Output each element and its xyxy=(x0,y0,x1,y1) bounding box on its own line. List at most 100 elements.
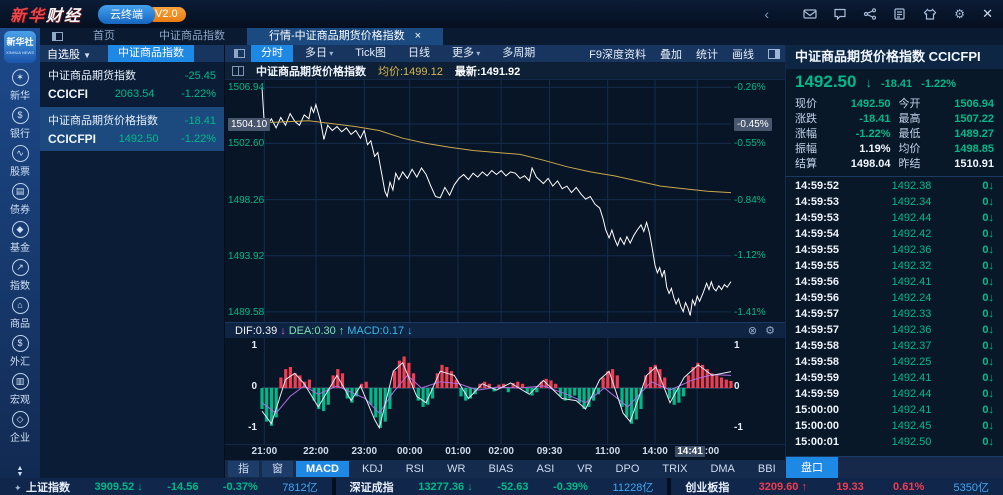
period-tab-日线[interactable]: 日线 xyxy=(398,45,440,62)
stat-label: 昨结 xyxy=(899,157,928,172)
gear-icon[interactable]: ⚙ xyxy=(952,8,967,21)
toolbar-action-F9深度资料[interactable]: F9深度资料 xyxy=(589,46,646,62)
indicator-tab-指标管理[interactable]: 指标管理 xyxy=(228,461,259,477)
sidebar-item-企业[interactable]: ◇企业 xyxy=(10,411,30,444)
close-window-icon[interactable]: ✕ xyxy=(982,6,993,22)
tick-time: 14:59:52 xyxy=(795,178,855,194)
tab-close-icon[interactable]: × xyxy=(415,30,421,42)
xinhua-app-icon[interactable]: 新华社 XINHUA NEWS xyxy=(4,31,36,63)
quote-panel: 中证商品期货价格指数 CCICFPI 1492.50 ↓ -18.41 -1.2… xyxy=(785,45,1003,478)
tab-首页[interactable]: 首页 xyxy=(71,28,137,45)
scroll-down-icon[interactable]: ▼ xyxy=(0,472,40,478)
dif-arrow-icon: ↓ xyxy=(280,325,286,337)
indicator-tab-RSI[interactable]: RSI xyxy=(396,461,434,477)
toolbar-action-画线[interactable]: 画线 xyxy=(732,46,754,62)
time-tick: 11:00 xyxy=(595,446,620,457)
sidebar-item-股票[interactable]: ∿股票 xyxy=(10,145,30,178)
tick-time: 14:59:54 xyxy=(795,226,855,242)
tick-volume: 0↓ xyxy=(968,370,994,386)
sidebar-item-新华[interactable]: ✶新华 xyxy=(10,69,30,102)
watch-name: 中证商品期货价格指数 xyxy=(48,112,158,130)
panel-toggle-left-icon[interactable] xyxy=(234,49,245,58)
status-index-深证成指[interactable]: 深证成指13277.36 ↓-52.63-0.39%11228亿 xyxy=(336,478,668,495)
macd-chart[interactable]: 1 0 -1 1 0 -1 xyxy=(225,338,785,444)
sidebar-item-基金[interactable]: ◆基金 xyxy=(10,221,30,254)
indicator-tab-WR[interactable]: WR xyxy=(437,461,475,477)
y-axis-price-label: 1506.94 xyxy=(228,81,264,94)
period-tab-多周期[interactable]: 多周期 xyxy=(492,45,545,62)
period-tab-Tick图[interactable]: Tick图 xyxy=(345,45,396,62)
close-indicator-icon[interactable]: ⊗ xyxy=(748,324,757,337)
sidebar-item-label: 股票 xyxy=(10,163,30,178)
tick-list[interactable]: 14:59:521492.380↓14:59:531492.340↓14:59:… xyxy=(786,178,1003,456)
indicator-tab-DPO[interactable]: DPO xyxy=(606,461,650,477)
indicator-settings-icon[interactable]: ⚙ xyxy=(765,324,775,337)
toolbar-action-统计[interactable]: 统计 xyxy=(696,46,718,62)
watchlist-row-CCICFI[interactable]: 中证商品期货指数-25.45CCICFI2063.54-1.22% xyxy=(40,62,224,107)
tab-中证商品指数[interactable]: 中证商品指数 xyxy=(137,28,247,45)
sidebar-item-银行[interactable]: $银行 xyxy=(10,107,30,140)
sidebar-item-外汇[interactable]: $外汇 xyxy=(10,335,30,368)
share-icon[interactable] xyxy=(862,8,877,21)
sidebar-item-指数[interactable]: ↗指数 xyxy=(10,259,30,292)
chevron-down-icon: ▾ xyxy=(474,49,480,58)
indicator-tab-DMA[interactable]: DMA xyxy=(700,461,744,477)
sidebar-scroll-arrows[interactable]: ▲ ▼ xyxy=(0,466,40,478)
watchlist-row-CCICFPI[interactable]: 中证商品期货价格指数-18.41CCICFPI1492.50-1.22% xyxy=(40,107,224,152)
tick-price: 1492.44 xyxy=(855,210,968,226)
period-tab-更多[interactable]: 更多 ▾ xyxy=(442,45,490,62)
period-tab-分时[interactable]: 分时 xyxy=(251,45,293,62)
indicator-tab-ASI[interactable]: ASI xyxy=(527,461,565,477)
y-axis-price-label: 1502.60 xyxy=(228,137,264,150)
collapse-arrow-icon[interactable]: ‹ xyxy=(764,6,769,22)
stat-value: 1492.50 xyxy=(824,97,890,112)
stat-value: 1489.27 xyxy=(928,127,994,142)
sidebar-item-宏观[interactable]: ▥宏观 xyxy=(10,373,30,406)
sidebar-item-label: 宏观 xyxy=(10,391,30,406)
chat-icon[interactable] xyxy=(832,8,847,21)
indicator-tab-MACD[interactable]: MACD xyxy=(296,461,349,477)
tab-行情-中证商品期货价格指数[interactable]: 行情-中证商品期货价格指数× xyxy=(247,28,443,45)
tick-row: 14:59:591492.410↓ xyxy=(795,370,994,386)
toolbar-action-叠加[interactable]: 叠加 xyxy=(660,46,682,62)
time-tick: 22:00 xyxy=(303,446,329,457)
status-index-创业板指[interactable]: 创业板指3209.60 ↑19.330.61%5350亿 xyxy=(671,478,1003,495)
tick-price: 1492.34 xyxy=(855,194,968,210)
y-axis-price-label: 1489.58 xyxy=(228,306,264,319)
index-volume: 5350亿 xyxy=(954,479,989,495)
indicator-tab-BBI[interactable]: BBI xyxy=(748,461,786,477)
sidebar-item-商品[interactable]: ⌂商品 xyxy=(10,297,30,330)
index-volume: 7812亿 xyxy=(282,479,317,495)
shirt-icon[interactable] xyxy=(922,8,937,21)
sidebar-item-债券[interactable]: ▤债券 xyxy=(10,183,30,216)
panel-toggle-right-icon[interactable] xyxy=(768,49,780,59)
indicator-tab-VR[interactable]: VR xyxy=(567,461,602,477)
indicator-tab-KDJ[interactable]: KDJ xyxy=(352,461,393,477)
price-chart[interactable]: 1506.941504.101502.601498.261493.921489.… xyxy=(225,80,785,322)
dif-value: DIF:0.39 xyxy=(235,325,277,337)
watchlist-dropdown[interactable]: 自选股 ▼ xyxy=(40,46,98,62)
tick-row: 14:59:531492.440↓ xyxy=(795,210,994,226)
tick-price: 1492.37 xyxy=(855,338,968,354)
tick-volume: 0↓ xyxy=(968,354,994,370)
chart-instrument-name: 中证商品期货价格指数 xyxy=(256,63,366,79)
tick-price: 1492.44 xyxy=(855,386,968,402)
status-index-上证指数[interactable]: ✦ 上证指数3909.52 ↓-14.56-0.37%7812亿 xyxy=(0,478,332,495)
note-icon[interactable] xyxy=(892,8,907,21)
window-layout-icon[interactable] xyxy=(52,32,63,41)
mail-icon[interactable] xyxy=(802,8,817,21)
period-tab-多日[interactable]: 多日 ▾ xyxy=(295,45,343,62)
stat-label: 振幅 xyxy=(795,142,824,157)
indicator-tab-TRIX[interactable]: TRIX xyxy=(652,461,697,477)
price-chart-canvas xyxy=(225,80,785,322)
split-view-icon[interactable] xyxy=(232,66,244,76)
quote-change-pct: -1.22% xyxy=(921,78,956,90)
tab-order-book[interactable]: 盘口 xyxy=(786,457,838,478)
indicator-tab-BIAS[interactable]: BIAS xyxy=(478,461,523,477)
watchlist-group-tab[interactable]: 中证商品指数 xyxy=(108,45,194,62)
indicator-tab-窗口[interactable]: 窗口 xyxy=(262,461,293,477)
sidebar-item-glyph-icon: $ xyxy=(12,335,29,352)
stat-value: -18.41 xyxy=(824,112,890,127)
time-tick: 14:00 xyxy=(642,446,668,457)
tick-row: 14:59:591492.440↓ xyxy=(795,386,994,402)
